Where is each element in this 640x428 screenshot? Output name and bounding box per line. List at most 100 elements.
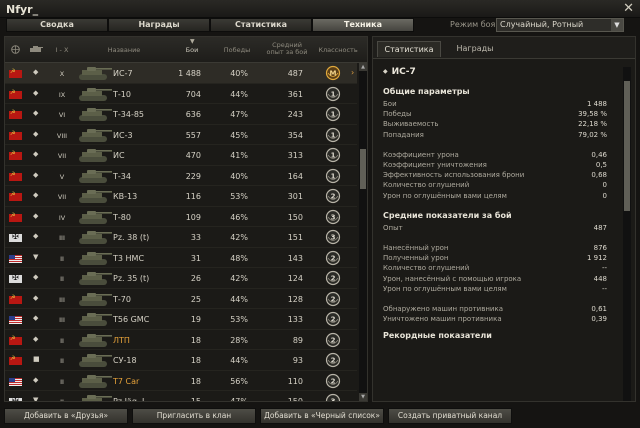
- table-row[interactable]: ◆ X ИС-7 1 488 40% 487 M ›: [5, 63, 357, 84]
- vehicle-wins: 41%: [230, 151, 248, 160]
- table-row[interactable]: ◆ III Т-70 25 44% 128 2: [5, 289, 357, 309]
- close-icon[interactable]: ✕: [623, 1, 634, 16]
- tank-icon: [75, 291, 113, 308]
- vehicle-avg-xp: 243: [287, 110, 303, 119]
- col-avg-xp[interactable]: Средний опыт за бой: [263, 42, 311, 56]
- vehicle-name: Pz. 38 (t): [113, 233, 150, 242]
- table-row[interactable]: ■ II СУ-18 18 44% 93 2: [5, 350, 357, 371]
- vehicle-avg-xp: 301: [287, 192, 303, 201]
- vehicle-battles: 18: [190, 335, 201, 345]
- add-friend-button[interactable]: Добавить в «Друзья»: [4, 408, 128, 424]
- flag-usa-icon: [9, 254, 22, 263]
- stat-row: Полученный урон 1 912: [383, 254, 607, 264]
- flag-ussr-icon: [9, 191, 22, 201]
- vehicle-class-light-icon: ◆: [33, 293, 39, 302]
- table-row[interactable]: ◆ III T56 GMC 19 53% 133 2: [5, 309, 357, 330]
- table-scrollbar[interactable]: ▲ ▼: [359, 63, 367, 401]
- vehicle-rows: ◆ X ИС-7 1 488 40% 487 M › ◆ IX Т-10 704 44% 361 1 ◆ VI Т…: [5, 63, 357, 401]
- vehicle-wins: 53%: [230, 315, 248, 324]
- stat-value: 0,5: [595, 161, 607, 169]
- tab-detail-awards[interactable]: Награды: [443, 41, 507, 57]
- vehicle-avg-xp: 128: [287, 294, 303, 304]
- vehicle-wins: 28%: [230, 335, 248, 345]
- tab-statistics[interactable]: Статистика: [210, 18, 312, 32]
- vehicle-tier: II: [60, 254, 64, 263]
- vehicle-name: ИС: [113, 151, 125, 160]
- vehicle-name: КВ-13: [113, 192, 138, 201]
- tank-icon: [75, 270, 113, 287]
- svg-text:2: 2: [331, 357, 336, 365]
- stat-row: Коэффициент урона 0,46: [383, 151, 607, 161]
- table-row[interactable]: ◆ VI Т-34-85 636 47% 243 1: [5, 104, 357, 125]
- create-channel-button[interactable]: Создать приватный канал: [388, 408, 512, 424]
- tab-detail-statistics[interactable]: Статистика: [377, 41, 441, 57]
- stat-row: Попадания 79,02 %: [383, 131, 607, 141]
- vehicle-class-heavy-icon: ◆: [33, 68, 39, 76]
- stat-row: Выживаемость 22,18 %: [383, 120, 607, 130]
- class-sort-icon[interactable]: [29, 45, 43, 56]
- svg-text:3: 3: [331, 213, 336, 221]
- scroll-up-icon[interactable]: ▲: [359, 63, 367, 71]
- tank-icon: [75, 209, 113, 226]
- vehicle-tier: V: [59, 172, 65, 181]
- table-row[interactable]: ◆ V Т-34 229 40% 164 1: [5, 166, 357, 186]
- stat-row: Урон, нанесённый с помощью игрока 448: [383, 275, 607, 285]
- svg-text:2: 2: [331, 377, 336, 385]
- vehicle-battles: 25: [190, 294, 201, 304]
- table-row[interactable]: ▼ II T3 HMC 31 48% 143 2: [5, 248, 357, 268]
- table-row[interactable]: ◆ VII КВ-13 116 53% 301 2: [5, 186, 357, 207]
- chevron-down-icon[interactable]: ▼: [611, 19, 623, 31]
- vehicle-wins: 48%: [230, 253, 248, 263]
- table-row[interactable]: ◆ II Pz. 35 (t) 26 42% 124 2: [5, 268, 357, 289]
- vehicle-name: Pz. 35 (t): [113, 274, 150, 283]
- flag-ussr-icon: [9, 355, 22, 365]
- vehicle-class-light-icon: ◆: [33, 375, 39, 384]
- stat-value: 1 488: [586, 100, 607, 108]
- tab-vehicles[interactable]: Техника: [312, 18, 414, 32]
- table-row[interactable]: ◆ IV Т-80 109 46% 150 3: [5, 207, 357, 227]
- tab-awards[interactable]: Награды: [108, 18, 210, 32]
- detail-scrollbar[interactable]: [623, 67, 631, 401]
- nation-sort-icon[interactable]: [11, 45, 20, 56]
- stat-value: 487: [593, 223, 607, 232]
- table-row[interactable]: ▼ II Pz.Jäg. I 15 47% 150 3: [5, 391, 357, 401]
- window-title: Nfyr_: [6, 3, 39, 16]
- detail-content: ИС-7 Общие параметры Бои 1 488 Победы 39,58 …: [383, 67, 615, 399]
- col-wins[interactable]: Победы: [219, 47, 255, 54]
- flag-ussr-icon: [9, 130, 22, 140]
- scroll-thumb[interactable]: [360, 149, 366, 189]
- battle-mode-select[interactable]: Случайный, Ротный ▼: [496, 18, 624, 32]
- vehicle-avg-xp: 164: [287, 171, 303, 181]
- col-mastery[interactable]: Классность: [317, 47, 359, 54]
- vehicle-class-medium-icon: ◆: [33, 191, 39, 199]
- col-tier[interactable]: I - X: [53, 47, 71, 54]
- table-row[interactable]: ◆ IX Т-10 704 44% 361 1: [5, 84, 357, 104]
- mastery-badge-icon: 1: [325, 127, 341, 143]
- col-name[interactable]: Название: [99, 47, 149, 54]
- vehicle-name: Pz.Jäg. I: [113, 397, 144, 401]
- col-battles[interactable]: Бои: [177, 47, 207, 54]
- flag-ussr-icon: [9, 171, 22, 181]
- add-blacklist-button[interactable]: Добавить в «Черный список»: [260, 408, 384, 424]
- stat-label: Обнаружено машин противника: [383, 305, 504, 313]
- invite-clan-button[interactable]: Пригласить в клан: [132, 408, 256, 424]
- vehicle-wins: 44%: [230, 89, 248, 99]
- stat-value: 876: [593, 244, 607, 252]
- svg-text:2: 2: [331, 254, 336, 262]
- svg-text:1: 1: [331, 111, 336, 119]
- table-row[interactable]: ◆ III Pz. 38 (t) 33 42% 151 3: [5, 227, 357, 248]
- table-row[interactable]: ◆ VII ИС 470 41% 313 1: [5, 145, 357, 166]
- table-row[interactable]: ◆ II T7 Car 18 56% 110 2: [5, 371, 357, 391]
- mastery-badge-icon: 2: [325, 311, 341, 327]
- flag-ger-icon: [9, 232, 22, 242]
- mastery-badge-icon: 2: [325, 332, 341, 348]
- vehicle-class-heavy-icon: ◆: [33, 150, 39, 158]
- detail-scroll-thumb[interactable]: [624, 81, 630, 211]
- table-row[interactable]: ◆ VIII ИС-3 557 45% 354 1: [5, 125, 357, 145]
- scroll-down-icon[interactable]: ▼: [359, 393, 367, 401]
- tab-summary[interactable]: Сводка: [6, 18, 108, 32]
- stat-value: 448: [593, 274, 607, 283]
- svg-text:2: 2: [331, 316, 336, 324]
- sort-arrow-icon: ▼: [190, 38, 195, 45]
- table-row[interactable]: ◆ II ЛТП 18 28% 89 2: [5, 330, 357, 350]
